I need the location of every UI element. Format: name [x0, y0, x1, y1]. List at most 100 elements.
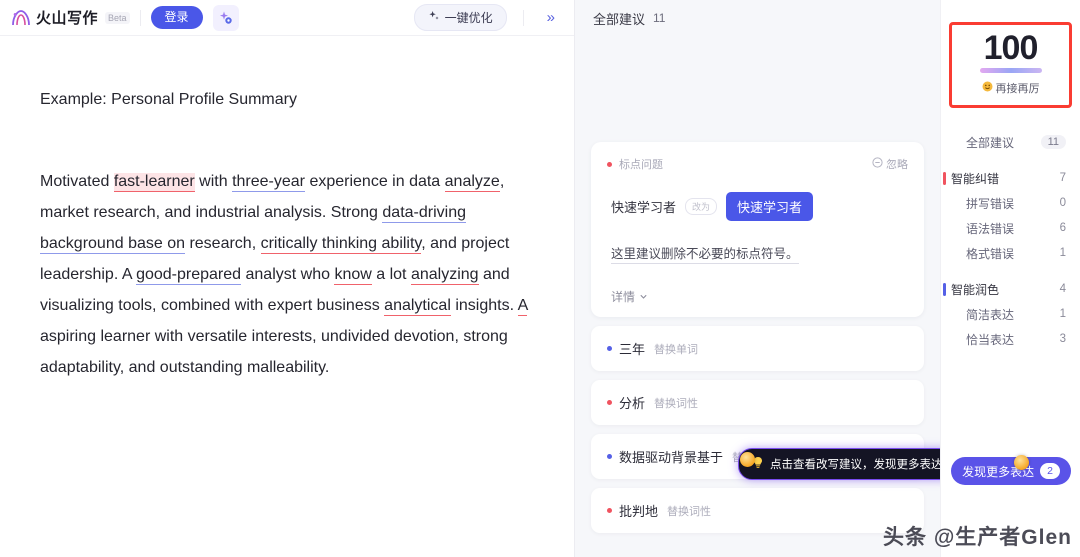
details-toggle[interactable]: 详情 [611, 288, 908, 305]
suggestion-list-item[interactable]: 分析 替换词性 [591, 380, 924, 425]
nav-all-count: 11 [1040, 135, 1066, 150]
one-click-optimize-button[interactable]: 一键优化 [413, 4, 507, 31]
nav-item-label: 简洁表达 [966, 307, 1015, 322]
severity-dot-icon [607, 454, 612, 459]
nav-group-label: 智能润色 [951, 282, 1000, 297]
suggestion-card-header: 标点问题 忽略 [607, 156, 908, 172]
score-value: 100 [983, 29, 1039, 67]
nav-accent-bar [943, 282, 946, 296]
nav-item-count: 1 [1059, 308, 1066, 321]
suggestion-list-item[interactable]: 批判地 替换词性 [591, 488, 924, 533]
suggestion-card[interactable]: 标点问题 忽略 快速学习者 改为 快速学习者 这里建议删除不必要的标点符号。 详… [591, 142, 924, 317]
volcano-logo-icon [10, 8, 32, 28]
app-root: 火山写作 Beta 登录 一键优化 » Example: Personal Pr… [0, 0, 1080, 557]
tooltip-text: 点击查看改写建议，发现更多表达 [770, 459, 943, 471]
text-span: analyst who [241, 266, 335, 283]
nav-item-count: 6 [1059, 222, 1066, 235]
suggestion-word: 数据驱动背景基于 [619, 450, 724, 465]
nav-group-智能纠错[interactable]: 智能纠错 7 [941, 166, 1080, 191]
nav-item-格式错误[interactable]: 格式错误 1 [941, 241, 1080, 266]
suggestions-header-label: 全部建议 [593, 11, 646, 27]
rewrite-tooltip: 点击查看改写建议，发现更多表达 [738, 448, 957, 480]
score-underline [979, 67, 1042, 73]
nav-group-智能润色[interactable]: 智能润色 4 [941, 277, 1080, 302]
suggestions-column: 全部建议 11 标点问题 忽略 快速学习者 改为 快速学习者 这里建议删除不必要… [575, 0, 957, 557]
suggestion-items: 三年替换单词分析替换词性数据驱动背景基于替换词性批判地替换词性 [591, 326, 924, 533]
error-span: analytical [384, 297, 451, 316]
chevron-down-icon [639, 290, 648, 304]
suggestion-description: 这里建议删除不必要的标点符号。 [611, 243, 799, 264]
editor-column: 火山写作 Beta 登录 一键优化 » Example: Personal Pr… [0, 0, 575, 557]
nav-item-count: 0 [1059, 197, 1066, 210]
ignore-button[interactable]: 忽略 [872, 156, 908, 172]
sparkle-gear-icon[interactable] [212, 4, 239, 31]
text-span: insights. [450, 297, 518, 314]
details-label: 详情 [611, 290, 636, 304]
beta-tag: Beta [105, 11, 130, 24]
ignore-label: 忽略 [886, 159, 908, 171]
severity-dot-icon [607, 400, 612, 405]
error-span: critically thinking ability [260, 235, 422, 254]
text-span: research, [185, 235, 261, 252]
nav-item-all[interactable]: 全部建议 11 [941, 130, 1080, 155]
discover-count-badge: 2 [1040, 462, 1060, 480]
score-card: 100 再接再厉 [949, 22, 1072, 108]
replacement-chip[interactable]: 快速学习者 [726, 192, 814, 221]
suggestion-list-item[interactable]: 三年 替换单词 [591, 326, 924, 371]
error-highlight-span: fast-learner [113, 173, 195, 192]
nav-groups: 智能纠错 7 拼写错误 0 语法错误 6 格式错误 1 智能润色 4 简洁表达 1 恰当表达 3 [941, 166, 1080, 363]
document-title: Example: Personal Profile Summary [40, 91, 297, 108]
error-span: know [334, 266, 372, 285]
suggestions-header: 全部建议 11 [575, 0, 940, 36]
error-span: analyzing [410, 266, 479, 285]
nav-item-label: 拼写错误 [966, 196, 1015, 211]
text-span: Motivated [40, 173, 114, 190]
brand-name: 火山写作 [36, 10, 99, 27]
nav-list: 全部建议 11 智能纠错 7 拼写错误 0 语法错误 6 格式错误 1 智能润色 4 简洁表达 1 恰当… [941, 130, 1080, 363]
error-span: analyze [444, 173, 500, 192]
nav-group-count: 7 [1059, 172, 1066, 185]
nav-group-label: 智能纠错 [951, 171, 1000, 186]
sparkle-icon [428, 10, 440, 25]
suggestion-tag: 替换词性 [654, 397, 699, 410]
error-span: A [517, 297, 528, 316]
header-divider-2 [522, 9, 524, 26]
suggestion-word: 批判地 [619, 504, 659, 519]
text-span: a lot [371, 266, 411, 283]
suggestion-word: 三年 [619, 342, 646, 357]
replace-arrow-icon: 改为 [685, 198, 718, 215]
discover-more-button[interactable]: 发现更多表达 2 [951, 457, 1071, 485]
suggestion-tag: 替换词性 [667, 505, 712, 518]
nav-item-拼写错误[interactable]: 拼写错误 0 [941, 191, 1080, 216]
nav-item-恰当表达[interactable]: 恰当表达 3 [941, 327, 1080, 352]
mouse-cursor-secondary [1014, 455, 1029, 470]
severity-dot-icon [607, 161, 612, 167]
chevron-double-right-icon[interactable]: » [540, 8, 562, 27]
header-actions: 一键优化 » [413, 4, 562, 31]
nav-accent-bar [943, 171, 946, 185]
document-area[interactable]: Example: Personal Profile Summary Motiva… [0, 36, 574, 557]
nav-item-语法错误[interactable]: 语法错误 6 [941, 216, 1080, 241]
text-span: experience in data [305, 173, 445, 190]
suggestion-tag: 替换单词 [654, 343, 699, 356]
header-divider [139, 9, 141, 26]
text-span: with [194, 173, 233, 190]
score-label: 再接再厉 [995, 82, 1040, 95]
nav-group-count: 4 [1059, 283, 1066, 296]
nav-item-label: 恰当表达 [966, 332, 1015, 347]
nav-item-简洁表达[interactable]: 简洁表达 1 [941, 302, 1080, 327]
smiley-icon [982, 81, 993, 95]
nav-column: 100 再接再厉 全部建议 11 智能纠错 7 拼写错误 0 语法错误 6 格式… [940, 0, 1080, 557]
optimize-label: 一键优化 [444, 11, 493, 25]
login-button[interactable]: 登录 [150, 6, 203, 29]
polish-span: three-year [232, 173, 305, 192]
app-header: 火山写作 Beta 登录 一键优化 » [0, 0, 574, 36]
mouse-cursor [740, 452, 755, 467]
severity-dot-icon [607, 508, 612, 513]
nav-item-count: 1 [1059, 247, 1066, 260]
document-paragraph[interactable]: Motivated fast-learner with three-year e… [40, 166, 534, 383]
severity-dot-icon [607, 346, 612, 351]
